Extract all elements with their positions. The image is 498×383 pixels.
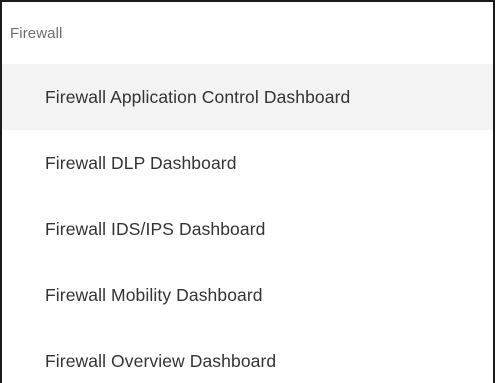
option-firewall-application-control-dashboard[interactable]: Firewall Application Control Dashboard [2, 64, 493, 130]
option-firewall-overview-dashboard[interactable]: Firewall Overview Dashboard [2, 328, 493, 383]
option-firewall-dlp-dashboard[interactable]: Firewall DLP Dashboard [2, 130, 493, 196]
dashboard-option-list: Firewall Application Control Dashboard F… [2, 64, 493, 383]
dashboard-dropdown-menu: Firewall Firewall Application Control Da… [0, 0, 495, 383]
option-firewall-ids-ips-dashboard[interactable]: Firewall IDS/IPS Dashboard [2, 196, 493, 262]
option-firewall-mobility-dashboard[interactable]: Firewall Mobility Dashboard [2, 262, 493, 328]
group-header-firewall: Firewall [10, 24, 63, 42]
